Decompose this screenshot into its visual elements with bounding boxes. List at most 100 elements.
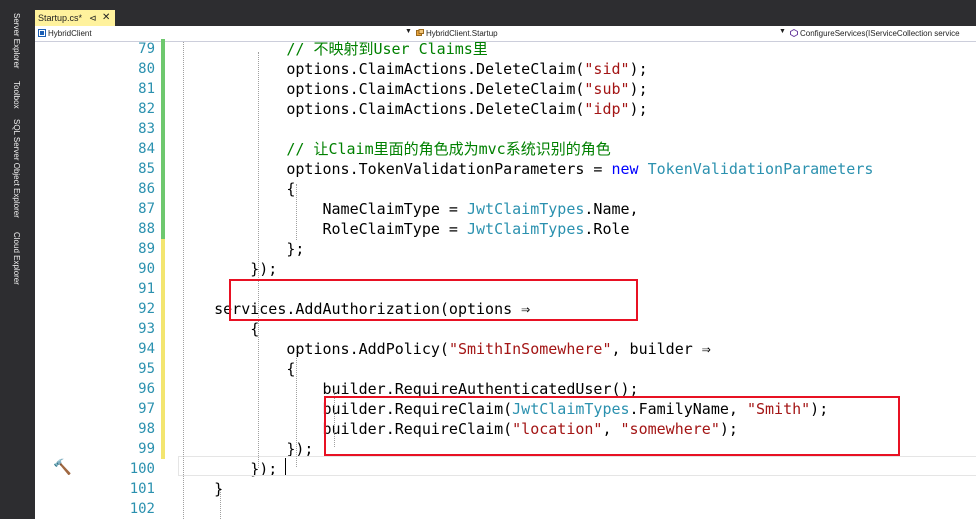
change-indicator: [161, 219, 165, 239]
code-text: }: [178, 479, 223, 499]
code-token: options.ClaimActions.DeleteClaim(: [178, 100, 585, 118]
code-text: options.TokenValidationParameters = new …: [178, 159, 873, 179]
code-line[interactable]: 83: [35, 119, 976, 139]
code-token: {: [178, 360, 296, 378]
csharp-project-icon: [38, 29, 46, 37]
code-token: );: [629, 60, 648, 78]
code-editor[interactable]: 79 // 不映射到User Claims里 80 options.ClaimAc…: [35, 39, 976, 519]
code-token: // 让Claim里面的角色成为mvc系统识别的角色: [178, 140, 611, 158]
code-text: options.ClaimActions.DeleteClaim("idp");: [178, 99, 647, 119]
change-indicator: [161, 279, 165, 299]
line-number: 102: [129, 501, 155, 517]
code-token: "sid": [584, 60, 630, 78]
code-line[interactable]: 90 });: [35, 259, 976, 279]
line-number: 97: [138, 401, 155, 417]
code-text: {: [178, 319, 259, 339]
line-number: 101: [129, 481, 155, 497]
line-number: 96: [138, 381, 155, 397]
code-line[interactable]: 101 }: [35, 479, 976, 499]
indent-guide: [258, 52, 259, 468]
code-line[interactable]: 88 RoleClaimType = JwtClaimTypes.Role: [35, 219, 976, 239]
code-token: });: [178, 260, 278, 278]
code-line[interactable]: 84 // 让Claim里面的角色成为mvc系统识别的角色: [35, 139, 976, 159]
code-line[interactable]: 81 options.ClaimActions.DeleteClaim("sub…: [35, 79, 976, 99]
change-indicator: [161, 299, 165, 319]
code-text: options.ClaimActions.DeleteClaim("sid");: [178, 59, 648, 79]
code-line[interactable]: 93 {: [35, 319, 976, 339]
member-name: ConfigureServices(IServiceCollection ser…: [800, 29, 960, 38]
code-text: // 让Claim里面的角色成为mvc系统识别的角色: [178, 139, 611, 159]
tool-window-sidebar: Server Explorer Toolbox SQL Server Objec…: [0, 5, 35, 519]
change-indicator: [161, 159, 165, 179]
code-token: {: [178, 180, 296, 198]
change-indicator: [161, 339, 165, 359]
code-token: options.ClaimActions.DeleteClaim(: [178, 80, 585, 98]
tab-startup-cs[interactable]: Startup.cs* ⊲ ✕: [35, 10, 115, 26]
code-token: {: [178, 320, 260, 338]
code-line[interactable]: 89 };: [35, 239, 976, 259]
code-line[interactable]: 87 NameClaimType = JwtClaimTypes.Name,: [35, 199, 976, 219]
chevron-down-icon[interactable]: ▼: [405, 28, 412, 35]
line-number: 83: [138, 121, 155, 137]
line-number: 91: [138, 281, 155, 297]
code-line[interactable]: 95 {: [35, 359, 976, 379]
indent-guide: [220, 488, 221, 519]
change-indicator: [161, 39, 165, 59]
line-number: 85: [138, 161, 155, 177]
code-token: TokenValidationParameters: [647, 160, 874, 178]
server-explorer-tab[interactable]: Server Explorer: [12, 13, 21, 69]
project-name: HybridClient: [48, 29, 92, 38]
line-number: 79: [138, 41, 155, 57]
change-indicator: [161, 139, 165, 159]
change-indicator: [161, 319, 165, 339]
code-token: JwtClaimTypes: [466, 220, 585, 238]
code-line[interactable]: 79 // 不映射到User Claims里: [35, 39, 976, 59]
change-indicator: [161, 179, 165, 199]
code-token: options.AddPolicy(: [178, 340, 449, 358]
code-line[interactable]: 82 options.ClaimActions.DeleteClaim("idp…: [35, 99, 976, 119]
highlight-box-require-claim: [324, 396, 900, 456]
change-indicator: [161, 399, 165, 419]
code-token: new: [611, 160, 639, 178]
code-token: , builder ⇒: [611, 340, 711, 358]
code-line[interactable]: 85 options.TokenValidationParameters = n…: [35, 159, 976, 179]
pin-icon[interactable]: ⊲: [89, 10, 97, 26]
change-indicator: [161, 239, 165, 259]
close-icon[interactable]: ✕: [102, 10, 110, 26]
code-token: }: [178, 480, 224, 498]
code-text: RoleClaimType = JwtClaimTypes.Role: [178, 219, 629, 239]
code-line[interactable]: 102: [35, 499, 976, 519]
code-line[interactable]: 80 options.ClaimActions.DeleteClaim("sid…: [35, 59, 976, 79]
code-token: .Name,: [584, 200, 639, 218]
change-indicator: [161, 259, 165, 279]
code-line[interactable]: 86 {: [35, 179, 976, 199]
indent-guide: [183, 42, 184, 519]
change-indicator: [161, 379, 165, 399]
code-token: NameClaimType =: [178, 200, 467, 218]
line-number: 87: [138, 201, 155, 217]
line-number: 94: [138, 341, 155, 357]
cloud-explorer-tab[interactable]: Cloud Explorer: [12, 232, 21, 285]
tab-label: Startup.cs*: [38, 13, 83, 23]
code-text: {: [178, 359, 295, 379]
chevron-down-icon[interactable]: ▼: [779, 28, 786, 35]
code-text: // 不映射到User Claims里: [178, 39, 487, 59]
change-indicator: [161, 59, 165, 79]
code-token: JwtClaimTypes: [466, 200, 585, 218]
toolbox-tab[interactable]: Toolbox: [12, 81, 21, 109]
change-indicator: [161, 79, 165, 99]
method-icon: [790, 29, 798, 37]
code-text: NameClaimType = JwtClaimTypes.Name,: [178, 199, 639, 219]
code-line[interactable]: 94 options.AddPolicy("SmithInSomewhere",…: [35, 339, 976, 359]
code-text: {: [178, 179, 295, 199]
class-icon: [416, 29, 424, 36]
quick-actions-hammer-icon[interactable]: 🔨: [53, 458, 72, 476]
text-caret: [285, 458, 286, 475]
code-token: "idp": [584, 100, 630, 118]
code-text: options.ClaimActions.DeleteClaim("sub");: [178, 79, 647, 99]
change-indicator: [161, 359, 165, 379]
line-number: 99: [138, 441, 155, 457]
indent-guide: [296, 347, 297, 467]
line-number: 86: [138, 181, 155, 197]
sql-server-object-explorer-tab[interactable]: SQL Server Object Explorer: [12, 119, 21, 218]
